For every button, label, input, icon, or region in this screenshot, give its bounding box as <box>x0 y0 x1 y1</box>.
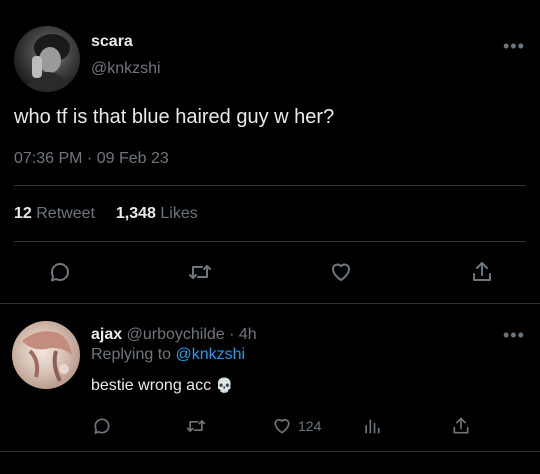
likes-label[interactable]: Likes <box>160 205 197 222</box>
divider <box>14 185 526 186</box>
tweet-avatar[interactable] <box>14 26 80 92</box>
likes-count[interactable]: 1,348 <box>116 205 156 222</box>
replying-prefix: Replying to <box>91 346 172 363</box>
more-icon[interactable]: ••• <box>503 37 525 55</box>
replying-to-link[interactable]: @knkzshi <box>176 346 246 363</box>
retweet-count[interactable]: 12 <box>14 205 32 222</box>
tweet-stats: 12 Retweet 1,348 Likes <box>14 205 198 223</box>
share-icon[interactable] <box>468 258 496 286</box>
reply-handle-time[interactable]: @urboychilde · 4h <box>127 326 257 343</box>
avatar-art <box>22 331 72 382</box>
retweet-icon[interactable] <box>184 415 208 437</box>
tweet-timestamp[interactable]: 07:36 PM · 09 Feb 23 <box>14 150 169 168</box>
reply-text: bestie wrong acc <box>91 377 212 394</box>
tweet-handle[interactable]: @knkzshi <box>91 60 161 78</box>
analytics-icon[interactable] <box>361 415 383 437</box>
reply-avatar[interactable] <box>12 321 80 389</box>
like-icon[interactable] <box>327 258 355 286</box>
divider <box>0 451 540 452</box>
retweet-label[interactable]: Retweet <box>36 205 95 222</box>
like-icon[interactable] <box>271 415 293 437</box>
reply-display-name[interactable]: ajax <box>91 326 122 343</box>
divider <box>0 303 540 304</box>
tweet-display-name[interactable]: scara <box>91 33 133 51</box>
reply-like-count[interactable]: 124 <box>298 418 321 434</box>
divider <box>14 241 526 242</box>
skull-emoji: 💀 <box>215 378 233 394</box>
reply-icon[interactable] <box>46 258 74 286</box>
tweet-text: who tf is that blue haired guy w her? <box>14 106 335 128</box>
more-icon[interactable]: ••• <box>503 326 525 344</box>
replying-to: Replying to @knkzshi <box>91 346 245 364</box>
reply-text-row: bestie wrong acc 💀 <box>91 377 233 395</box>
reply-icon[interactable] <box>91 415 113 437</box>
retweet-icon[interactable] <box>186 258 214 286</box>
avatar-photo <box>24 34 72 92</box>
share-icon[interactable] <box>450 415 472 437</box>
reply-header: ajax @urboychilde · 4h <box>91 326 257 344</box>
